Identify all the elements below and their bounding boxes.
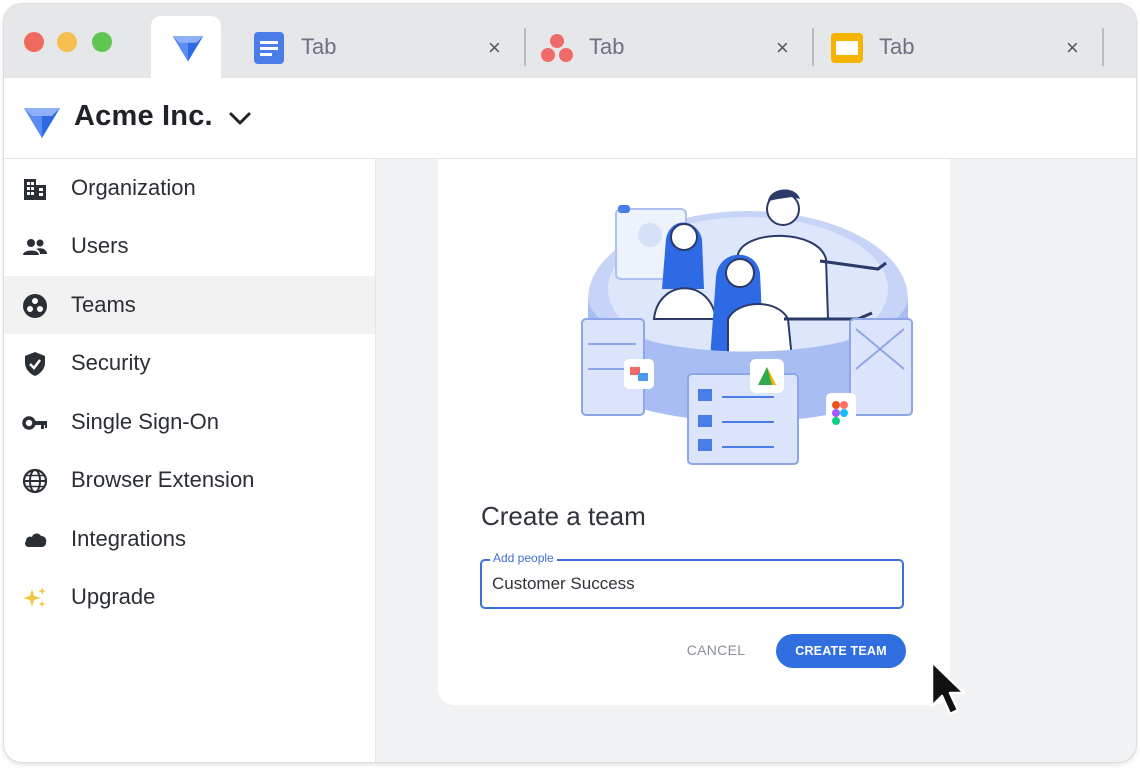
- acme-logo-icon: [172, 35, 204, 62]
- tab-divider: [524, 28, 526, 66]
- sidebar-item-organization[interactable]: Organization: [4, 159, 375, 217]
- maximize-window-button[interactable]: [92, 32, 112, 52]
- cloud-icon: [25, 533, 47, 547]
- users-icon: [23, 239, 47, 255]
- tab-label: Tab: [589, 34, 625, 59]
- cancel-button[interactable]: CANCEL: [681, 638, 751, 662]
- tab-label: Tab: [301, 34, 337, 59]
- teams-icon: [23, 294, 47, 318]
- key-icon: [22, 416, 47, 430]
- sidebar-item-label: Upgrade: [71, 584, 156, 609]
- sidebar-item-label: Integrations: [71, 526, 186, 551]
- field-label: Add people: [490, 551, 557, 565]
- dialog-title: Create a team: [481, 501, 646, 531]
- add-people-input[interactable]: [492, 574, 892, 594]
- google-docs-icon: [254, 32, 284, 64]
- tab-close-button[interactable]: ×: [488, 35, 501, 61]
- google-slides-icon: [831, 33, 863, 63]
- tab-bar: Tab × Tab × Tab ×: [4, 4, 1136, 78]
- mouse-cursor-icon: [930, 660, 966, 716]
- tab-active-acme[interactable]: [151, 16, 221, 78]
- add-people-field[interactable]: Add people: [480, 551, 904, 609]
- main-content: Create a team Add people CANCEL CREATE T…: [376, 159, 1136, 762]
- sidebar-item-security[interactable]: Security: [4, 334, 375, 392]
- minimize-window-button[interactable]: [57, 32, 77, 52]
- tab-close-button[interactable]: ×: [1066, 35, 1079, 61]
- sidebar-item-single-sign-on[interactable]: Single Sign-On: [4, 393, 375, 451]
- tab-close-button[interactable]: ×: [776, 35, 789, 61]
- team-illustration: [581, 189, 913, 465]
- shield-icon: [25, 352, 45, 376]
- sidebar-item-users[interactable]: Users: [4, 217, 375, 275]
- acme-logo-icon: [24, 108, 60, 138]
- tab-label: Tab: [879, 34, 915, 59]
- sidebar-item-label: Teams: [71, 292, 136, 317]
- building-icon: [24, 179, 46, 200]
- sidebar-item-label: Browser Extension: [71, 467, 255, 492]
- asana-icon: [541, 34, 573, 62]
- globe-icon: [22, 468, 48, 494]
- tab-asana[interactable]: Tab ×: [540, 18, 816, 70]
- sidebar-item-label: Users: [71, 233, 129, 258]
- sidebar-item-upgrade[interactable]: Upgrade: [4, 568, 375, 626]
- org-header: Acme Inc.: [4, 78, 1136, 159]
- sidebar-item-label: Security: [71, 350, 151, 375]
- sidebar-item-integrations[interactable]: Integrations: [4, 510, 375, 568]
- chevron-down-icon[interactable]: [228, 111, 252, 127]
- sidebar-nav: Organization Users Teams Security Single…: [4, 159, 376, 762]
- tab-divider: [812, 28, 814, 66]
- sidebar-item-label: Single Sign-On: [71, 409, 219, 434]
- tab-slides[interactable]: Tab ×: [830, 18, 1106, 70]
- tab-docs[interactable]: Tab ×: [252, 18, 528, 70]
- sidebar-item-teams[interactable]: Teams: [4, 276, 375, 334]
- browser-window: Tab × Tab × Tab × Acme Inc. Organization…: [4, 4, 1136, 762]
- sidebar-item-browser-extension[interactable]: Browser Extension: [4, 451, 375, 509]
- create-team-button[interactable]: CREATE TEAM: [776, 634, 906, 668]
- create-team-card: Create a team Add people CANCEL CREATE T…: [438, 159, 950, 705]
- sparkles-icon: [23, 587, 46, 607]
- sidebar-item-label: Organization: [71, 175, 196, 200]
- tab-divider: [1102, 28, 1104, 66]
- close-window-button[interactable]: [24, 32, 44, 52]
- org-name[interactable]: Acme Inc.: [74, 100, 213, 133]
